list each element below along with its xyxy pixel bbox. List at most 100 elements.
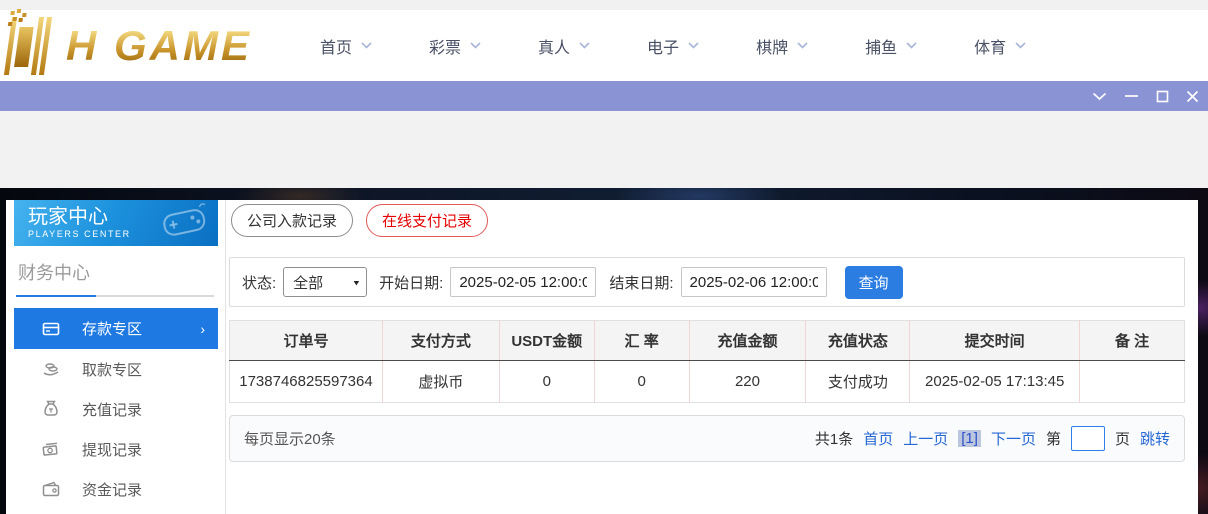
nav-label: 棋牌: [756, 39, 789, 57]
money-bag-icon: [42, 400, 60, 418]
cell-remarks: [1079, 360, 1185, 403]
window-top-strip: [0, 0, 1208, 10]
col-payment-method: 支付方式: [382, 320, 500, 361]
tab-company-deposit-records[interactable]: 公司入款记录: [231, 204, 354, 237]
status-select-value: 全部: [293, 274, 324, 292]
record-tabs: 公司入款记录 在线支付记录: [231, 204, 489, 237]
start-date-label: 开始日期:: [379, 274, 444, 292]
sidebar-section-underline: [16, 295, 214, 297]
col-usdt-amount: USDT金额: [499, 320, 595, 361]
main-panel: 公司入款记录 在线支付记录 状态: 全部 ▾ 开始日期: 结束日期: 查询: [229, 200, 1186, 514]
nav-item-home[interactable]: 首页: [320, 34, 372, 58]
cell-submit-time: 2025-02-05 17:13:45: [909, 360, 1081, 403]
sidebar-item-label: 充值记录: [82, 401, 143, 419]
cell-recharge-amount: 220: [689, 360, 807, 403]
main-nav: 首页 彩票 真人 电子 棋牌 捕鱼 体育: [320, 10, 1026, 81]
nav-label: 捕鱼: [865, 39, 898, 57]
nav-item-lottery[interactable]: 彩票: [429, 34, 481, 58]
nav-label: 真人: [538, 39, 571, 57]
sidebar-item-deposit-zone[interactable]: 存款专区 ›: [14, 308, 218, 349]
wallet-icon: [42, 480, 60, 498]
chevron-down-icon: [1015, 42, 1026, 49]
nav-item-sports[interactable]: 体育: [974, 34, 1026, 58]
sidebar-item-withdrawal-records[interactable]: 提现记录: [14, 429, 218, 469]
jump-button[interactable]: 跳转: [1140, 428, 1170, 449]
query-button[interactable]: 查询: [844, 265, 903, 299]
end-date-label: 结束日期:: [609, 274, 674, 292]
logo-bars-icon: [3, 11, 60, 75]
status-select[interactable]: 全部 ▾: [283, 267, 368, 297]
cell-usdt-amount: 0: [499, 360, 595, 403]
sidebar-item-label: 提现记录: [82, 441, 143, 459]
chevron-down-icon: [361, 42, 372, 49]
page-spacer: [0, 111, 1208, 188]
sidebar-item-label: 资金记录: [82, 481, 143, 499]
nav-label: 首页: [320, 39, 353, 57]
cell-payment-method: 虚拟币: [382, 360, 500, 403]
hand-coins-icon: [42, 360, 60, 378]
sidebar-item-label: 取款专区: [82, 361, 143, 379]
col-remarks: 备 注: [1079, 320, 1185, 361]
col-recharge-amount: 充值金额: [689, 320, 807, 361]
tab-online-payment-records[interactable]: 在线支付记录: [366, 204, 489, 237]
nav-item-fishing[interactable]: 捕鱼: [865, 34, 917, 58]
first-page-link[interactable]: 首页: [863, 428, 893, 449]
banknotes-icon: [42, 440, 60, 458]
chevron-right-icon: ›: [200, 320, 205, 337]
current-page-indicator: [1]: [958, 430, 981, 447]
window-close-icon[interactable]: [1186, 90, 1199, 103]
window-titlebar: [0, 81, 1208, 111]
logo-text: H GAME: [66, 22, 252, 69]
chevron-down-icon: [470, 42, 481, 49]
sidebar-section-title: 财务中心: [18, 263, 90, 283]
page-jump-input[interactable]: [1070, 426, 1105, 451]
sidebar-item-label: 存款专区: [82, 321, 143, 338]
tab-label: 公司入款记录: [247, 213, 338, 230]
end-date-input[interactable]: [680, 267, 827, 297]
app-header: H GAME 首页 彩票 真人 电子 棋牌 捕鱼 体育: [0, 10, 1208, 81]
select-chevron-icon: ▾: [353, 277, 360, 288]
cell-exchange-rate: 0: [594, 360, 690, 403]
tab-label: 在线支付记录: [382, 213, 473, 230]
col-order-no: 订单号: [229, 320, 383, 361]
nav-label: 体育: [974, 39, 1007, 57]
jump-prefix-label: 第: [1045, 431, 1061, 448]
nav-item-cards[interactable]: 棋牌: [756, 34, 808, 58]
prev-page-link[interactable]: 上一页: [903, 428, 948, 449]
sidebar-header: 玩家中心 PLAYERS CENTER: [14, 200, 218, 246]
col-recharge-status: 充值状态: [805, 320, 911, 361]
nav-label: 电子: [647, 39, 680, 57]
payment-records-table: 订单号 支付方式 USDT金额 汇 率 充值金额 充值状态 提交时间 备 注 1…: [229, 320, 1185, 403]
col-submit-time: 提交时间: [909, 320, 1081, 361]
sidebar-item-quota-transfer[interactable]: 额度转换: [14, 509, 218, 514]
jump-suffix-label: 页: [1114, 431, 1130, 448]
deposit-card-icon: [42, 320, 60, 338]
total-count-text: 共1条: [814, 431, 854, 448]
cell-recharge-status: 支付成功: [805, 360, 911, 403]
chevron-down-icon: [688, 42, 699, 49]
content-card: 玩家中心 PLAYERS CENTER 财务中心 存款专区 › 取款专区 充值记…: [6, 200, 1198, 514]
pagination-bar: 每页显示20条 共1条 首页 上一页 [1] 下一页 第 页 跳转: [229, 415, 1185, 462]
nav-item-live[interactable]: 真人: [538, 34, 590, 58]
sidebar-item-fund-records[interactable]: 资金记录: [14, 469, 218, 509]
start-date-input[interactable]: [450, 267, 597, 297]
cell-order-no: 1738746825597364: [229, 360, 383, 403]
nav-item-slots[interactable]: 电子: [647, 34, 699, 58]
filter-bar: 状态: 全部 ▾ 开始日期: 结束日期: 查询: [229, 257, 1185, 307]
chevron-down-icon: [797, 42, 808, 49]
sidebar-item-recharge-records[interactable]: 充值记录: [14, 389, 218, 429]
nav-label: 彩票: [429, 39, 462, 57]
window-maximize-icon[interactable]: [1156, 90, 1169, 103]
sidebar: 玩家中心 PLAYERS CENTER 财务中心 存款专区 › 取款专区 充值记…: [6, 200, 226, 514]
brand-logo: H GAME: [3, 11, 252, 78]
table-header-row: 订单号 支付方式 USDT金额 汇 率 充值金额 充值状态 提交时间 备 注: [229, 320, 1185, 361]
col-exchange-rate: 汇 率: [594, 320, 690, 361]
window-chevron-down-icon[interactable]: [1092, 92, 1107, 101]
next-page-link[interactable]: 下一页: [991, 428, 1036, 449]
chevron-down-icon: [579, 42, 590, 49]
sidebar-item-withdraw-zone[interactable]: 取款专区: [14, 349, 218, 389]
sidebar-menu: 存款专区 › 取款专区 充值记录 提现记录 资金记录: [6, 308, 225, 514]
window-minimize-icon[interactable]: [1124, 94, 1139, 98]
chevron-down-icon: [906, 42, 917, 49]
table-row: 1738746825597364 虚拟币 0 0 220 支付成功 2025-0…: [229, 360, 1185, 403]
